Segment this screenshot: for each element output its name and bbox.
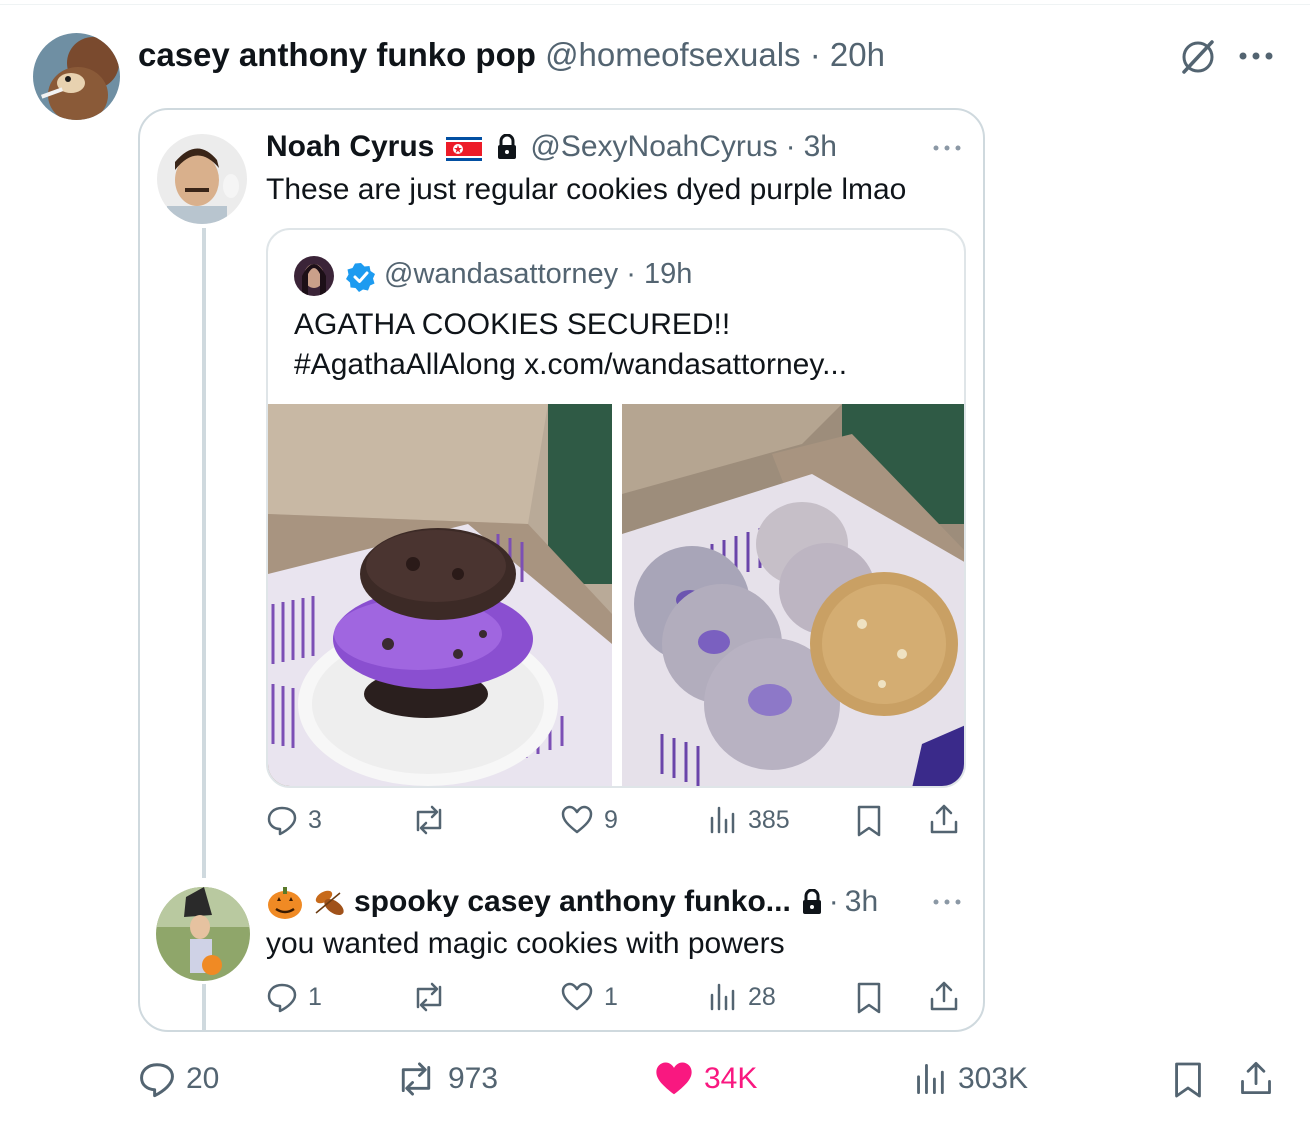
reply-icon [267, 806, 297, 836]
top-divider [0, 4, 1310, 5]
nested-post-header: @wandasattorney · 19h [384, 258, 692, 291]
main-author-avatar[interactable] [33, 33, 120, 120]
nested-post-text-line-2[interactable]: #AgathaAllAlong x.com/wandasattorney... [294, 348, 847, 382]
heart-icon [561, 805, 593, 834]
reply-post-text: you wanted magic cookies with powers [266, 927, 785, 960]
heart-icon [561, 982, 593, 1011]
quoted-reply-count: 3 [308, 805, 322, 834]
north-korea-flag-icon [446, 135, 483, 161]
leaves-icon [310, 883, 348, 921]
reply-author-avatar[interactable] [156, 887, 250, 981]
main-author-handle[interactable]: @homeofsexuals [545, 36, 800, 73]
main-share-button[interactable] [1238, 1058, 1274, 1098]
reply-author-name[interactable]: spooky casey anthony funko... [354, 885, 791, 919]
nested-post-time[interactable]: 19h [644, 258, 692, 290]
thread-connector-line-bottom [202, 984, 206, 1030]
purple-cookies-box-photo[interactable] [622, 404, 964, 786]
bookmark-icon [857, 805, 881, 837]
thread-connector-line [202, 228, 206, 878]
main-author-name[interactable]: casey anthony funko pop [138, 36, 536, 73]
heart-filled-icon [656, 1062, 692, 1095]
bookmark-icon [1175, 1062, 1201, 1098]
quoted-views-count: 385 [748, 805, 790, 834]
views-icon [917, 1063, 944, 1095]
main-bookmark-button[interactable] [1172, 1060, 1204, 1100]
views-icon [710, 983, 735, 1011]
views-icon [710, 806, 735, 834]
reply-like-button[interactable]: 1 [560, 981, 618, 1013]
quoted-post-time[interactable]: 3h [804, 130, 837, 164]
main-reply-count: 20 [186, 1062, 220, 1095]
share-icon [1241, 1061, 1271, 1095]
quoted-post-text: These are just regular cookies dyed purp… [266, 173, 907, 206]
reply-icon [140, 1063, 174, 1098]
repost-icon [416, 982, 442, 1012]
reply-repost-button[interactable] [410, 981, 458, 1013]
main-views-count: 303K [958, 1062, 1029, 1095]
repost-icon [401, 1062, 431, 1096]
quoted-share-button[interactable] [928, 802, 960, 836]
share-icon [930, 981, 958, 1011]
bookmark-icon [857, 982, 881, 1014]
more-icon[interactable] [1236, 36, 1276, 76]
main-reply-button[interactable]: 20 [138, 1060, 219, 1098]
main-repost-count: 973 [448, 1062, 499, 1095]
reply-separator: · [828, 885, 839, 918]
quoted-author-handle[interactable]: @SexyNoahCyrus [530, 130, 777, 164]
quoted-author-avatar[interactable] [157, 134, 247, 224]
nested-author-avatar[interactable] [294, 256, 334, 296]
main-post-time[interactable]: 20h [830, 36, 885, 73]
nested-quote-card[interactable]: @wandasattorney · 19h AGATHA COOKIES SEC… [266, 228, 966, 788]
reply-bookmark-button[interactable] [855, 981, 883, 1015]
quoted-separator: · [785, 130, 796, 163]
share-icon [930, 804, 958, 834]
main-like-count: 34K [704, 1062, 758, 1095]
quoted-author-name[interactable]: Noah Cyrus [266, 130, 434, 164]
nested-author-handle[interactable]: @wandasattorney [384, 258, 618, 290]
nested-separator: · [626, 258, 636, 290]
quoted-like-count: 9 [604, 805, 618, 834]
reply-reply-count: 1 [308, 982, 322, 1011]
pumpkin-icon [266, 883, 304, 921]
nested-post-text-line-1: AGATHA COOKIES SECURED!! [294, 308, 731, 341]
main-views-button[interactable]: 303K [914, 1060, 1028, 1098]
main-post-header: casey anthony funko pop @homeofsexuals ·… [138, 36, 885, 74]
reply-like-count: 1 [604, 982, 618, 1011]
reply-post-time[interactable]: 3h [845, 885, 878, 919]
main-separator: · [809, 36, 821, 73]
ice-cream-sandwich-photo[interactable] [268, 404, 612, 786]
quoted-like-button[interactable]: 9 [560, 804, 618, 836]
grok-icon[interactable] [1176, 36, 1220, 76]
reply-share-button[interactable] [928, 979, 960, 1013]
reply-lock-icon [801, 888, 823, 915]
quoted-views-button[interactable]: 385 [708, 804, 790, 836]
reply-views-count: 28 [748, 982, 776, 1011]
reply-reply-button[interactable]: 1 [266, 981, 322, 1013]
main-like-button[interactable]: 34K [654, 1060, 757, 1098]
quoted-bookmark-button[interactable] [855, 804, 883, 838]
quoted-repost-button[interactable] [410, 804, 458, 836]
lock-icon [496, 133, 518, 160]
reply-more-icon[interactable] [930, 894, 964, 910]
main-repost-button[interactable]: 973 [394, 1060, 498, 1098]
reply-post-header: spooky casey anthony funko... · 3h [266, 883, 878, 921]
quoted-more-icon[interactable] [930, 140, 964, 156]
quoted-post-header: Noah Cyrus @SexyNoahCyrus · 3h [266, 130, 837, 164]
repost-icon [416, 805, 442, 835]
reply-icon [267, 983, 297, 1013]
reply-views-button[interactable]: 28 [708, 981, 776, 1013]
quoted-reply-button[interactable]: 3 [266, 804, 322, 836]
verified-badge-icon [346, 262, 376, 292]
